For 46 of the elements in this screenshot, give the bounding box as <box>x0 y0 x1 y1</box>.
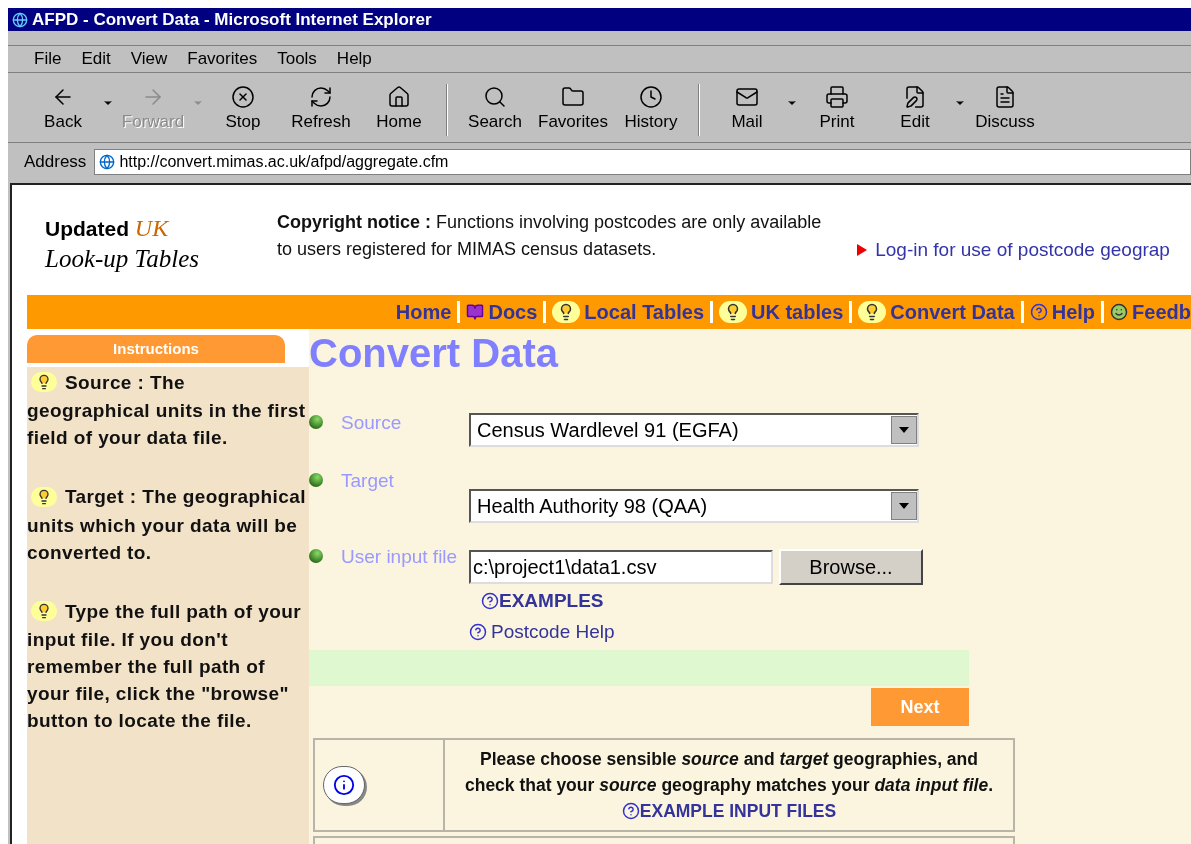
nav-link[interactable]: Feedb <box>1110 297 1191 327</box>
page-heading: Convert Data <box>309 330 560 377</box>
dropdown-select[interactable]: Health Authority 98 (QAA) <box>469 489 919 523</box>
postcode-help-link[interactable]: Postcode Help <box>469 617 923 646</box>
instruction-text: Target : The geographical units which your data will be converted to. <box>27 485 307 565</box>
nav-link[interactable]: Docs <box>466 297 538 327</box>
example-input-files-link[interactable]: EXAMPLE INPUT FILES <box>621 798 837 824</box>
toolbar-button[interactable]: Edit <box>876 84 966 135</box>
toolbar-button[interactable]: Home <box>360 84 438 135</box>
site-logo: Updated UK Look-up Tables <box>43 214 200 274</box>
toolbar-button[interactable]: History <box>612 84 690 135</box>
menu-item[interactable]: Edit <box>71 46 121 72</box>
nav-link[interactable]: Home <box>395 297 452 327</box>
instruction-text: Source : The geographical units in the first field of your data file. <box>27 371 307 451</box>
notice-text: Please choose sensible source and target geographies, and check that your source geography matches your data input file. EXAMPLE INPUT FILES <box>445 740 1013 830</box>
menu-item[interactable]: View <box>120 46 178 72</box>
toolbar-button[interactable]: Favorites <box>534 84 612 135</box>
toolbar-button[interactable]: Stop <box>204 84 282 135</box>
window-title: AFPD - Convert Data - Microsoft Internet Explorer <box>32 8 432 31</box>
toolbar-button[interactable]: Print <box>798 84 876 135</box>
nav-link[interactable]: Convert Data <box>858 297 1015 327</box>
nav-link[interactable]: Help <box>1029 297 1096 327</box>
address-label: Address <box>24 151 88 174</box>
copyright-notice: Copyright notice : Functions involving postcodes are only available to users registered for MIMAS census datasets. <box>277 211 822 261</box>
address-field[interactable]: http://convert.mimas.ac.uk/afpd/aggregate.cfm <box>94 149 1191 175</box>
field-label: User input file <box>341 545 459 569</box>
menu-item[interactable]: Help <box>326 46 382 72</box>
file-path-field[interactable]: c:\project1\data1.csv <box>469 550 773 584</box>
examples-link[interactable]: EXAMPLES <box>481 587 923 616</box>
menu-item[interactable]: Favorites <box>177 46 268 72</box>
instruction-text: Type the full path of your input file. If you don't remember the full path of your file, click the "browse" button to locate the file. <box>27 599 302 734</box>
toolbar-button[interactable]: Discuss <box>966 84 1044 135</box>
toolbar-button[interactable]: Refresh <box>282 84 360 135</box>
menu-item[interactable]: File <box>24 46 72 72</box>
toolbar-button[interactable]: Back <box>24 84 114 135</box>
nav-link[interactable]: Local Tables <box>552 297 704 327</box>
login-link[interactable]: Log-in for use of postcode geograp <box>875 236 1170 265</box>
field-label: Source <box>341 411 403 435</box>
field-label: Target <box>341 469 395 493</box>
browse-button[interactable]: Browse... <box>779 549 923 585</box>
instructions-header: Instructions <box>27 335 285 363</box>
nav-link[interactable]: UK tables <box>719 297 844 327</box>
dropdown-select[interactable]: Census Wardlevel 91 (EGFA) <box>469 413 919 447</box>
menu-item[interactable]: Tools <box>267 46 327 72</box>
toolbar-button[interactable]: Mail <box>708 84 798 135</box>
toolbar-button[interactable]: Search <box>456 84 534 135</box>
